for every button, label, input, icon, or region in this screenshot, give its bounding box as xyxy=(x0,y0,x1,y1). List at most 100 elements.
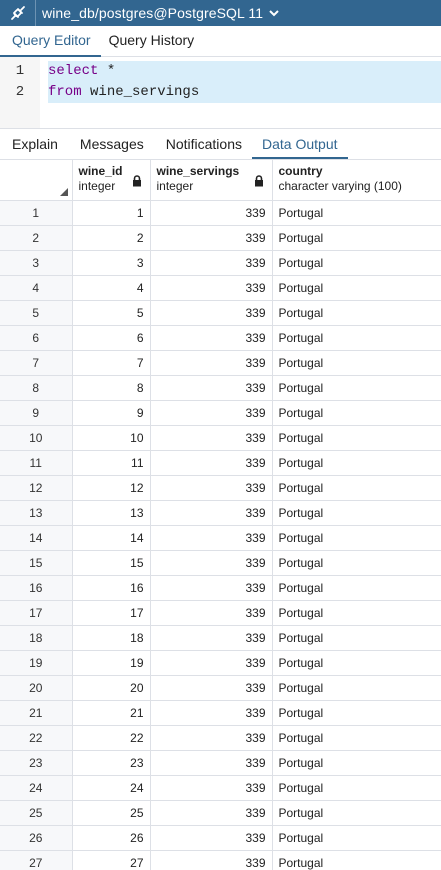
cell-country[interactable]: Portugal xyxy=(272,650,441,676)
cell-wine-servings[interactable]: 339 xyxy=(150,425,273,451)
cell-wine-id[interactable]: 16 xyxy=(72,575,151,601)
row-number-header[interactable] xyxy=(0,160,73,201)
cell-wine-id[interactable]: 13 xyxy=(72,500,151,526)
cell-country[interactable]: Portugal xyxy=(272,450,441,476)
cell-country[interactable]: Portugal xyxy=(272,600,441,626)
cell-country[interactable]: Portugal xyxy=(272,325,441,351)
cell-country[interactable]: Portugal xyxy=(272,500,441,526)
table-row[interactable]: 5 5 339 Portugal xyxy=(0,300,441,326)
table-row[interactable]: 11 11 339 Portugal xyxy=(0,450,441,476)
cell-wine-id[interactable]: 20 xyxy=(72,675,151,701)
cell-wine-id[interactable]: 10 xyxy=(72,425,151,451)
cell-wine-servings[interactable]: 339 xyxy=(150,800,273,826)
cell-wine-id[interactable]: 4 xyxy=(72,275,151,301)
table-row[interactable]: 17 17 339 Portugal xyxy=(0,600,441,626)
row-number[interactable]: 11 xyxy=(0,450,73,476)
row-number[interactable]: 10 xyxy=(0,425,73,451)
sql-editor[interactable]: 1 select * 2 from wine_servings xyxy=(0,57,441,129)
row-number[interactable]: 2 xyxy=(0,225,73,251)
cell-wine-servings[interactable]: 339 xyxy=(150,575,273,601)
row-number[interactable]: 5 xyxy=(0,300,73,326)
cell-wine-servings[interactable]: 339 xyxy=(150,550,273,576)
column-header-country[interactable]: country character varying (100) xyxy=(272,160,441,201)
row-number[interactable]: 9 xyxy=(0,400,73,426)
row-number[interactable]: 14 xyxy=(0,525,73,551)
cell-wine-id[interactable]: 5 xyxy=(72,300,151,326)
table-row[interactable]: 14 14 339 Portugal xyxy=(0,525,441,551)
row-number[interactable]: 24 xyxy=(0,775,73,801)
cell-wine-servings[interactable]: 339 xyxy=(150,675,273,701)
cell-wine-servings[interactable]: 339 xyxy=(150,275,273,301)
table-row[interactable]: 27 27 339 Portugal xyxy=(0,850,441,870)
row-number[interactable]: 27 xyxy=(0,850,73,870)
cell-wine-id[interactable]: 1 xyxy=(72,200,151,226)
cell-wine-servings[interactable]: 339 xyxy=(150,225,273,251)
cell-wine-id[interactable]: 18 xyxy=(72,625,151,651)
row-number[interactable]: 1 xyxy=(0,200,73,226)
cell-wine-servings[interactable]: 339 xyxy=(150,475,273,501)
cell-wine-servings[interactable]: 339 xyxy=(150,200,273,226)
cell-country[interactable]: Portugal xyxy=(272,550,441,576)
table-row[interactable]: 19 19 339 Portugal xyxy=(0,650,441,676)
cell-country[interactable]: Portugal xyxy=(272,400,441,426)
row-number[interactable]: 25 xyxy=(0,800,73,826)
cell-wine-id[interactable]: 7 xyxy=(72,350,151,376)
cell-wine-id[interactable]: 6 xyxy=(72,325,151,351)
column-header-wine-id[interactable]: wine_id integer xyxy=(72,160,151,201)
cell-wine-id[interactable]: 25 xyxy=(72,800,151,826)
cell-wine-servings[interactable]: 339 xyxy=(150,850,273,870)
table-row[interactable]: 20 20 339 Portugal xyxy=(0,675,441,701)
cell-wine-servings[interactable]: 339 xyxy=(150,250,273,276)
cell-wine-id[interactable]: 22 xyxy=(72,725,151,751)
plug-link-icon[interactable] xyxy=(0,0,36,26)
row-number[interactable]: 26 xyxy=(0,825,73,851)
cell-wine-id[interactable]: 23 xyxy=(72,750,151,776)
cell-country[interactable]: Portugal xyxy=(272,375,441,401)
cell-country[interactable]: Portugal xyxy=(272,775,441,801)
tab-explain[interactable]: Explain xyxy=(0,129,68,159)
cell-wine-servings[interactable]: 339 xyxy=(150,775,273,801)
tab-data-output[interactable]: Data Output xyxy=(252,129,348,159)
cell-country[interactable]: Portugal xyxy=(272,850,441,870)
cell-country[interactable]: Portugal xyxy=(272,275,441,301)
tab-messages[interactable]: Messages xyxy=(68,129,154,159)
table-row[interactable]: 22 22 339 Portugal xyxy=(0,725,441,751)
cell-country[interactable]: Portugal xyxy=(272,625,441,651)
cell-country[interactable]: Portugal xyxy=(272,425,441,451)
table-row[interactable]: 9 9 339 Portugal xyxy=(0,400,441,426)
cell-wine-servings[interactable]: 339 xyxy=(150,450,273,476)
cell-wine-servings[interactable]: 339 xyxy=(150,325,273,351)
table-row[interactable]: 6 6 339 Portugal xyxy=(0,325,441,351)
table-row[interactable]: 26 26 339 Portugal xyxy=(0,825,441,851)
connection-title[interactable]: wine_db/postgres@PostgreSQL 11 xyxy=(36,5,263,21)
cell-country[interactable]: Portugal xyxy=(272,200,441,226)
cell-wine-servings[interactable]: 339 xyxy=(150,700,273,726)
cell-country[interactable]: Portugal xyxy=(272,350,441,376)
cell-wine-id[interactable]: 12 xyxy=(72,475,151,501)
row-number[interactable]: 20 xyxy=(0,675,73,701)
table-row[interactable]: 8 8 339 Portugal xyxy=(0,375,441,401)
row-number[interactable]: 3 xyxy=(0,250,73,276)
cell-country[interactable]: Portugal xyxy=(272,675,441,701)
cell-wine-id[interactable]: 27 xyxy=(72,850,151,870)
cell-wine-servings[interactable]: 339 xyxy=(150,400,273,426)
row-number[interactable]: 23 xyxy=(0,750,73,776)
data-output-grid[interactable]: wine_id integer wine_servings integer co… xyxy=(0,160,441,870)
table-row[interactable]: 21 21 339 Portugal xyxy=(0,700,441,726)
cell-wine-id[interactable]: 26 xyxy=(72,825,151,851)
chevron-down-icon[interactable] xyxy=(269,9,279,17)
table-row[interactable]: 12 12 339 Portugal xyxy=(0,475,441,501)
row-number[interactable]: 4 xyxy=(0,275,73,301)
cell-country[interactable]: Portugal xyxy=(272,225,441,251)
row-number[interactable]: 15 xyxy=(0,550,73,576)
table-row[interactable]: 3 3 339 Portugal xyxy=(0,250,441,276)
table-row[interactable]: 2 2 339 Portugal xyxy=(0,225,441,251)
cell-wine-id[interactable]: 19 xyxy=(72,650,151,676)
cell-wine-servings[interactable]: 339 xyxy=(150,725,273,751)
cell-wine-servings[interactable]: 339 xyxy=(150,300,273,326)
row-number[interactable]: 18 xyxy=(0,625,73,651)
cell-wine-id[interactable]: 2 xyxy=(72,225,151,251)
cell-wine-id[interactable]: 15 xyxy=(72,550,151,576)
column-header-wine-servings[interactable]: wine_servings integer xyxy=(150,160,273,201)
cell-country[interactable]: Portugal xyxy=(272,825,441,851)
